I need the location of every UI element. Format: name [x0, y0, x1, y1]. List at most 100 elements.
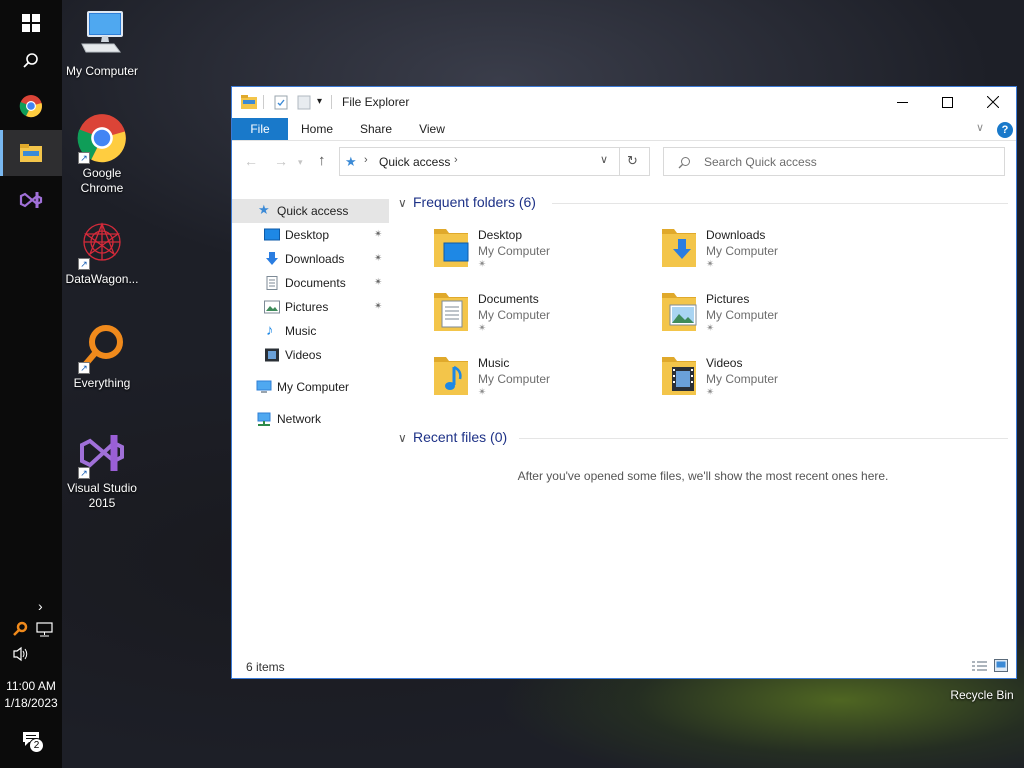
everything-tray-icon[interactable] — [12, 621, 28, 640]
folder-tile-videos[interactable]: Videos My Computer ✴ — [660, 353, 880, 409]
folder-location: My Computer — [478, 244, 551, 258]
visual-studio-icon: ↗ — [76, 427, 128, 479]
breadcrumb-chevron-icon[interactable]: › — [454, 154, 458, 166]
title-divider — [331, 95, 332, 109]
nav-item-label: Network — [277, 412, 322, 426]
taskbar-search-button[interactable] — [0, 38, 62, 84]
help-icon[interactable]: ? — [997, 122, 1013, 138]
pin-icon[interactable]: ✴ — [374, 295, 382, 319]
refresh-icon[interactable]: ↻ — [627, 153, 638, 169]
tab-view[interactable]: View — [412, 118, 452, 140]
search-box[interactable]: Search Quick access — [663, 147, 1005, 176]
nav-item-quick-access[interactable]: ★ Quick access — [232, 199, 389, 223]
nav-item-downloads[interactable]: Downloads ✴ — [232, 247, 389, 271]
pin-icon[interactable]: ✴ — [706, 259, 714, 270]
folder-tile-downloads[interactable]: Downloads My Computer ✴ — [660, 225, 880, 281]
desktop-icon-visual-studio[interactable]: ↗ Visual Studio 2015 — [62, 427, 142, 511]
desktop-icon-recycle-bin[interactable]: Recycle Bin — [942, 688, 1022, 703]
minimize-button[interactable] — [879, 87, 925, 117]
downloads-folder-icon — [662, 229, 696, 267]
pin-icon[interactable]: ✴ — [478, 387, 486, 398]
pin-icon[interactable]: ✴ — [374, 247, 382, 271]
pin-icon[interactable]: ✴ — [478, 323, 486, 334]
maximize-button[interactable] — [924, 87, 970, 117]
nav-item-my-computer[interactable]: My Computer — [232, 375, 389, 399]
quick-access-star-icon: ★ — [258, 202, 270, 217]
clock-date[interactable]: 1/18/2023 — [0, 696, 62, 710]
desktop-folder-icon — [264, 228, 280, 241]
address-bar[interactable]: ★ › Quick access › ∨ ↻ — [339, 147, 650, 176]
tab-file[interactable]: File — [232, 118, 288, 140]
new-folder-icon[interactable] — [297, 95, 311, 113]
taskbar-visual-studio-button[interactable] — [0, 177, 62, 223]
folder-name: Desktop — [478, 228, 523, 242]
nav-item-pictures[interactable]: Pictures ✴ — [232, 295, 389, 319]
back-arrow-icon[interactable]: ← — [244, 153, 258, 169]
close-button[interactable] — [970, 87, 1016, 117]
nav-item-network[interactable]: Network — [232, 407, 389, 431]
folder-tile-pictures[interactable]: Pictures My Computer ✴ — [660, 289, 880, 345]
desktop-icon-label: Recycle Bin — [950, 688, 1014, 702]
desktop-icon-datawagon[interactable]: ↗ DataWagon... — [62, 218, 142, 287]
taskbar-file-explorer-button[interactable] — [0, 130, 62, 176]
desktop-icon-label: Everything — [73, 376, 131, 390]
section-divider — [552, 203, 1008, 204]
nav-item-label: My Computer — [277, 380, 350, 394]
properties-icon[interactable] — [274, 95, 288, 113]
show-hidden-icons-chevron-icon[interactable]: › — [38, 598, 43, 614]
folder-name: Music — [478, 356, 510, 370]
downloads-folder-icon — [266, 252, 278, 265]
status-item-count: 6 items — [246, 660, 285, 674]
forward-arrow-icon[interactable]: → — [274, 153, 288, 169]
nav-item-label: Videos — [285, 348, 322, 362]
folder-tile-documents[interactable]: Documents My Computer ✴ — [432, 289, 652, 345]
clock-time[interactable]: 11:00 AM — [0, 679, 62, 693]
large-icons-view-icon[interactable] — [994, 659, 1008, 675]
collapse-frequent-chevron-icon[interactable]: ∨ — [398, 196, 407, 210]
up-arrow-icon[interactable]: ↑ — [318, 152, 326, 169]
desktop-icon-label: DataWagon... — [65, 272, 139, 286]
folder-name: Videos — [706, 356, 743, 370]
folder-name: Pictures — [706, 292, 750, 306]
pin-icon[interactable]: ✴ — [706, 387, 714, 398]
folder-tile-desktop[interactable]: Desktop My Computer ✴ — [432, 225, 652, 281]
frequent-folders-heading[interactable]: Frequent folders (6) — [413, 192, 536, 212]
search-input-placeholder[interactable]: Search Quick access — [704, 155, 817, 169]
volume-tray-icon[interactable] — [12, 646, 30, 665]
nav-item-desktop[interactable]: Desktop ✴ — [232, 223, 389, 247]
desktop-icon-everything[interactable]: ↗ Everything — [62, 322, 142, 391]
everything-search-icon: ↗ — [76, 322, 128, 374]
nav-item-videos[interactable]: Videos — [232, 343, 389, 367]
title-bar[interactable]: ▾ File Explorer — [232, 87, 1016, 117]
pin-icon[interactable]: ✴ — [478, 259, 486, 270]
action-center-button[interactable]: 2 — [22, 729, 46, 753]
desktop-icon-my-computer[interactable]: My Computer — [62, 10, 142, 79]
details-view-icon[interactable] — [972, 660, 987, 675]
windows-start-icon — [22, 14, 40, 32]
nav-item-label: Music — [285, 324, 317, 338]
chrome-icon: ↗ — [76, 112, 128, 164]
taskbar-chrome-button[interactable] — [0, 83, 62, 129]
collapse-recent-chevron-icon[interactable]: ∨ — [398, 431, 407, 445]
address-history-chevron-icon[interactable]: ∨ — [600, 153, 608, 166]
tab-home[interactable]: Home — [296, 118, 338, 140]
breadcrumb-chevron-icon[interactable]: › — [364, 154, 368, 166]
pin-icon[interactable]: ✴ — [374, 271, 382, 295]
shortcut-arrow-icon: ↗ — [78, 467, 90, 479]
recent-locations-chevron-icon[interactable]: ▾ — [298, 157, 303, 168]
recent-files-heading[interactable]: Recent files (0) — [413, 427, 507, 447]
nav-item-documents[interactable]: Documents ✴ — [232, 271, 389, 295]
folder-tile-music[interactable]: Music My Computer ✴ — [432, 353, 652, 409]
expand-ribbon-chevron-icon[interactable]: ∨ — [976, 121, 984, 134]
customize-qat-chevron-icon[interactable]: ▾ — [317, 96, 322, 107]
pin-icon[interactable]: ✴ — [706, 323, 714, 334]
tab-share[interactable]: Share — [354, 118, 398, 140]
shortcut-arrow-icon: ↗ — [78, 258, 90, 270]
pin-icon[interactable]: ✴ — [374, 223, 382, 247]
computer-icon — [76, 10, 128, 62]
desktop-icon-google-chrome[interactable]: ↗ Google Chrome — [62, 112, 142, 196]
file-explorer-window: ▾ File Explorer File Home Share View ∨ ?… — [231, 86, 1017, 679]
network-tray-icon[interactable] — [36, 622, 54, 640]
nav-item-music[interactable]: ♪ Music — [232, 319, 389, 343]
breadcrumb-quick-access[interactable]: Quick access — [379, 155, 450, 169]
